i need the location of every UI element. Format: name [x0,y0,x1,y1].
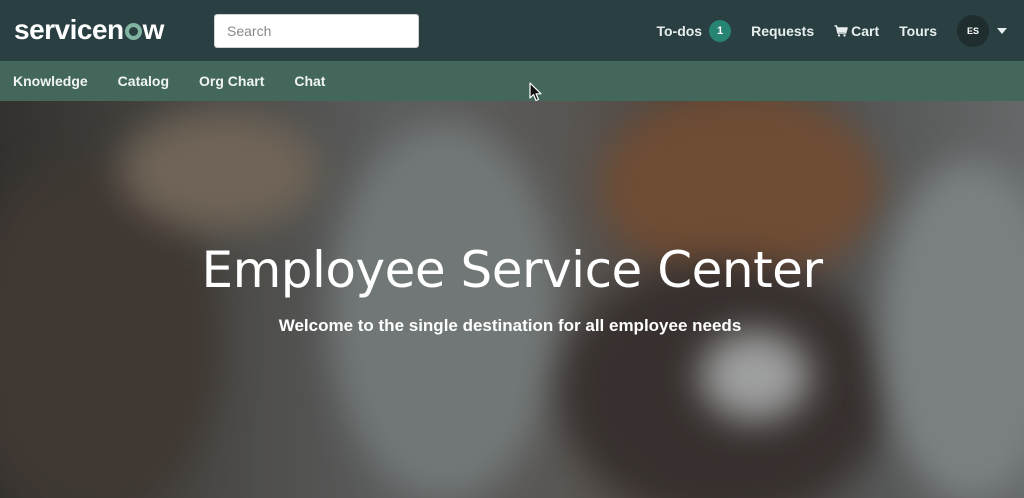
search-input[interactable] [215,15,418,47]
todos-label: To-dos [656,22,703,39]
secondary-nav: Knowledge Catalog Org Chart Chat [0,61,1024,101]
servicenow-logo[interactable]: servicen w [14,14,164,46]
chevron-down-icon[interactable] [997,27,1007,34]
tours-label: Tours [899,22,937,39]
requests-link[interactable]: Requests [751,23,814,39]
nav-item-chat[interactable]: Chat [294,73,325,89]
requests-label: Requests [751,22,815,39]
cart-icon [834,24,848,37]
logo-o-icon [124,23,142,40]
nav-item-knowledge[interactable]: Knowledge [13,73,88,89]
nav-item-catalog[interactable]: Catalog [118,73,169,89]
cart-link[interactable]: Cart [834,23,879,39]
hero-overlay [0,101,1024,498]
logo-text-start: servicen [14,14,124,45]
search-box [214,14,419,48]
top-header: servicen w To-dos 1 Requests [0,0,1024,61]
user-avatar[interactable]: ES [957,14,989,47]
hero-subtitle: Welcome to the single destination for al… [278,316,742,335]
tours-link[interactable]: Tours [899,23,937,39]
todos-link[interactable]: To-dos 1 [656,19,732,42]
header-nav: To-dos 1 Requests Cart Tours ES [656,0,1024,61]
todos-count-badge: 1 [709,19,732,42]
hero-title: Employee Service Center [201,241,824,299]
cart-label: Cart [851,22,880,39]
hero-banner: Employee Service Center Welcome to the s… [0,101,1024,498]
nav-item-org-chart[interactable]: Org Chart [199,73,264,89]
logo-text-end: w [142,14,165,45]
mouse-pointer-icon [529,82,542,102]
